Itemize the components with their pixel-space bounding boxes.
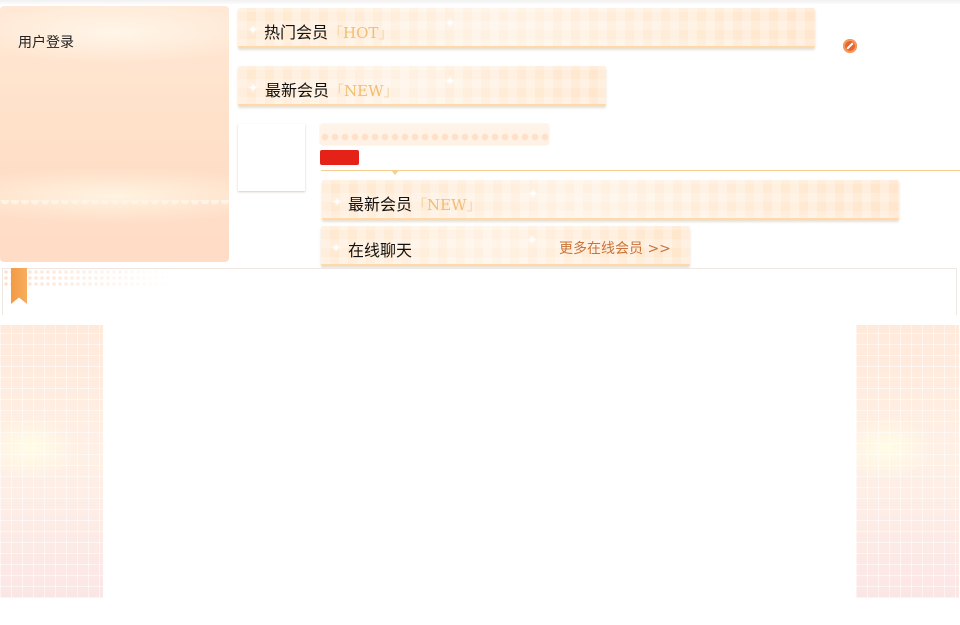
dot-pattern-decoration bbox=[3, 269, 173, 287]
sparkle-icon: ✦ bbox=[528, 187, 539, 201]
sparkle-icon: ✦ bbox=[248, 23, 259, 37]
sparkle-icon: ✦ bbox=[248, 81, 259, 95]
right-pattern-decoration bbox=[856, 325, 959, 598]
avatar[interactable] bbox=[238, 124, 305, 191]
new-members-label-secondary: 最新会员 bbox=[348, 195, 413, 214]
sparkle-icon: ✦ bbox=[445, 74, 456, 88]
hot-members-header: ✦ ✦ 热门会员「HOT」 bbox=[238, 8, 815, 48]
block-icon[interactable] bbox=[843, 39, 857, 53]
hot-tag: 「HOT」 bbox=[328, 24, 394, 42]
new-members-title: 最新会员「NEW」 bbox=[265, 77, 399, 101]
new-members-header: ✦ ✦ 最新会员「NEW」 bbox=[238, 66, 606, 106]
panel-scallop-decoration bbox=[0, 200, 229, 208]
new-tag-secondary: 「NEW」 bbox=[412, 196, 482, 214]
member-info-bar bbox=[320, 124, 549, 145]
login-title: 用户登录 bbox=[18, 35, 74, 51]
more-online-members-link[interactable]: 更多在线会员 >> bbox=[559, 238, 671, 258]
chat-strip bbox=[2, 268, 957, 315]
status-badge bbox=[320, 150, 359, 165]
sparkle-icon: ✦ bbox=[445, 16, 456, 30]
hot-members-label: 热门会员 bbox=[264, 23, 329, 42]
login-panel: 用户登录 bbox=[0, 6, 229, 262]
new-members-label: 最新会员 bbox=[265, 81, 330, 100]
online-chat-header: ✦ ✦ 在线聊天 更多在线会员 >> bbox=[321, 226, 690, 266]
left-pattern-decoration bbox=[0, 325, 103, 598]
hot-members-title: 热门会员「HOT」 bbox=[264, 19, 393, 43]
section-divider bbox=[321, 170, 960, 171]
sparkle-icon: ✦ bbox=[331, 241, 342, 255]
sparkle-icon: ✦ bbox=[527, 233, 538, 247]
new-tag: 「NEW」 bbox=[329, 82, 399, 100]
caret-down-icon bbox=[391, 170, 399, 175]
sparkle-icon: ✦ bbox=[332, 195, 343, 209]
content-area bbox=[0, 325, 960, 598]
online-chat-title: 在线聊天 bbox=[348, 241, 413, 260]
top-border bbox=[0, 0, 960, 4]
new-members-title-secondary: 最新会员「NEW」 bbox=[348, 191, 482, 215]
new-members-header-secondary: ✦ ✦ 最新会员「NEW」 bbox=[322, 180, 899, 220]
